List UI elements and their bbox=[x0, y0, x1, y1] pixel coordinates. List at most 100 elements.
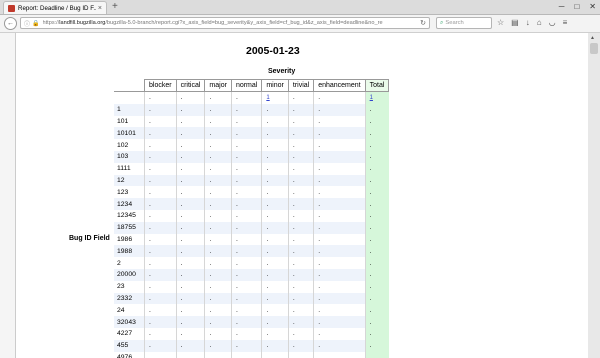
reload-icon[interactable]: ↻ bbox=[420, 19, 426, 27]
table-cell: . bbox=[230, 292, 262, 305]
table-row: 102........ bbox=[114, 139, 389, 151]
row-header: 23 bbox=[114, 280, 145, 293]
table-row: 24........ bbox=[114, 304, 389, 317]
row-header: 4976 bbox=[114, 351, 145, 358]
lock-icon[interactable]: 🔒 bbox=[32, 20, 39, 27]
table-cell: . bbox=[175, 280, 205, 293]
table-cell: . bbox=[364, 221, 389, 234]
table-cell: . bbox=[144, 162, 177, 175]
table-cell: . bbox=[144, 127, 177, 140]
pocket-icon[interactable]: ◡ bbox=[549, 17, 556, 29]
count-link[interactable]: 1 bbox=[370, 95, 373, 101]
close-window-icon[interactable]: ✕ bbox=[589, 1, 596, 13]
browser-tab[interactable]: Report: Deadline / Bug ID F... × bbox=[3, 1, 107, 14]
table-cell: . bbox=[261, 316, 289, 328]
table-cell: . bbox=[313, 91, 366, 104]
table-cell: . bbox=[313, 339, 366, 352]
table-cell: . bbox=[261, 280, 289, 293]
table-cell: . bbox=[261, 221, 289, 234]
scrollbar-thumb[interactable] bbox=[590, 43, 598, 54]
table-cell: . bbox=[313, 327, 366, 340]
table-cell: . bbox=[230, 162, 262, 175]
download-icon[interactable]: ↓ bbox=[526, 17, 530, 29]
info-icon[interactable]: ⓘ bbox=[24, 19, 30, 28]
table-row: 455........ bbox=[114, 339, 389, 352]
table-cell: . bbox=[175, 174, 205, 187]
table-cell: . bbox=[313, 174, 366, 187]
table-cell: . bbox=[144, 91, 177, 104]
row-header: 101 bbox=[114, 115, 145, 128]
table-cell: . bbox=[230, 103, 262, 116]
table-cell: . bbox=[175, 233, 205, 246]
table-cell: . bbox=[144, 316, 177, 328]
table-cell: . bbox=[144, 174, 177, 187]
table-cell: . bbox=[204, 292, 232, 305]
column-header-critical: critical bbox=[175, 79, 206, 92]
table-cell: . bbox=[204, 198, 232, 210]
table-cell: . bbox=[261, 103, 289, 116]
table-cell: . bbox=[230, 268, 262, 281]
home-icon[interactable]: ⌂ bbox=[537, 17, 542, 29]
search-box[interactable]: ⌕ Search bbox=[436, 17, 492, 29]
table-row: 10101........ bbox=[114, 127, 389, 140]
table-row: 4227........ bbox=[114, 327, 389, 340]
table-cell: . bbox=[230, 351, 262, 358]
navigation-bar: ← ⓘ 🔒 https://landfill.bugzilla.org/bugz… bbox=[0, 15, 600, 33]
table-cell: . bbox=[261, 339, 289, 352]
table-cell: . bbox=[204, 150, 232, 163]
table-cell: . bbox=[144, 221, 177, 234]
table-cell: . bbox=[313, 198, 366, 210]
new-tab-icon[interactable]: + bbox=[112, 1, 118, 13]
table-cell: . bbox=[313, 221, 366, 234]
address-bar[interactable]: ⓘ 🔒 https://landfill.bugzilla.org/bugzil… bbox=[20, 17, 430, 29]
page-title: 2005-01-23 bbox=[246, 45, 300, 57]
table-cell: . bbox=[204, 316, 232, 328]
table-cell: . bbox=[230, 304, 262, 317]
table-cell: . bbox=[230, 150, 262, 163]
table-cell: . bbox=[175, 103, 205, 116]
table-cell: . bbox=[313, 316, 366, 328]
table-row: 4976........ bbox=[114, 351, 389, 358]
bookmark-star-icon[interactable]: ☆ bbox=[497, 17, 504, 29]
table-cell: . bbox=[144, 115, 177, 128]
row-header: 2332 bbox=[114, 292, 145, 305]
table-cell: . bbox=[204, 209, 232, 222]
table-cell: . bbox=[144, 186, 177, 199]
minimize-icon[interactable]: ─ bbox=[559, 1, 565, 13]
maximize-icon[interactable]: □ bbox=[574, 1, 579, 13]
back-icon[interactable]: ← bbox=[4, 17, 17, 30]
table-cell: . bbox=[175, 115, 205, 128]
table-row: 2........ bbox=[114, 257, 389, 269]
table-cell: . bbox=[204, 257, 232, 269]
reading-list-icon[interactable]: ▤ bbox=[511, 17, 519, 29]
table-row: 103........ bbox=[114, 150, 389, 163]
table-cell: . bbox=[230, 280, 262, 293]
table-cell: . bbox=[230, 316, 262, 328]
scroll-up-icon[interactable]: ▲ bbox=[590, 35, 595, 41]
column-header-enhancement: enhancement bbox=[313, 79, 366, 92]
count-link[interactable]: 1 bbox=[266, 95, 269, 101]
table-cell: . bbox=[313, 280, 366, 293]
table-cell: . bbox=[175, 209, 205, 222]
table-cell: 1 bbox=[364, 91, 389, 104]
table-cell: . bbox=[204, 245, 232, 258]
table-row: 1111........ bbox=[114, 162, 389, 175]
table-cell: . bbox=[261, 127, 289, 140]
table-corner bbox=[114, 79, 145, 92]
row-header: 24 bbox=[114, 304, 145, 317]
table-cell: . bbox=[175, 127, 205, 140]
vertical-scrollbar[interactable]: ▲ bbox=[588, 33, 600, 358]
row-header: 103 bbox=[114, 150, 145, 163]
table-cell: . bbox=[175, 316, 205, 328]
table-cell: . bbox=[261, 268, 289, 281]
table-cell: . bbox=[175, 327, 205, 340]
table-cell: . bbox=[261, 351, 289, 358]
table-cell: . bbox=[204, 221, 232, 234]
close-tab-icon[interactable]: × bbox=[98, 5, 102, 12]
table-cell: . bbox=[313, 304, 366, 317]
url-path: /bugzilla-5.0-branch/report.cgi?x_axis_f… bbox=[105, 20, 383, 26]
column-header-major: major bbox=[204, 79, 232, 92]
menu-icon[interactable]: ≡ bbox=[563, 17, 568, 29]
table-cell: . bbox=[230, 174, 262, 187]
table-cell: . bbox=[364, 351, 389, 358]
